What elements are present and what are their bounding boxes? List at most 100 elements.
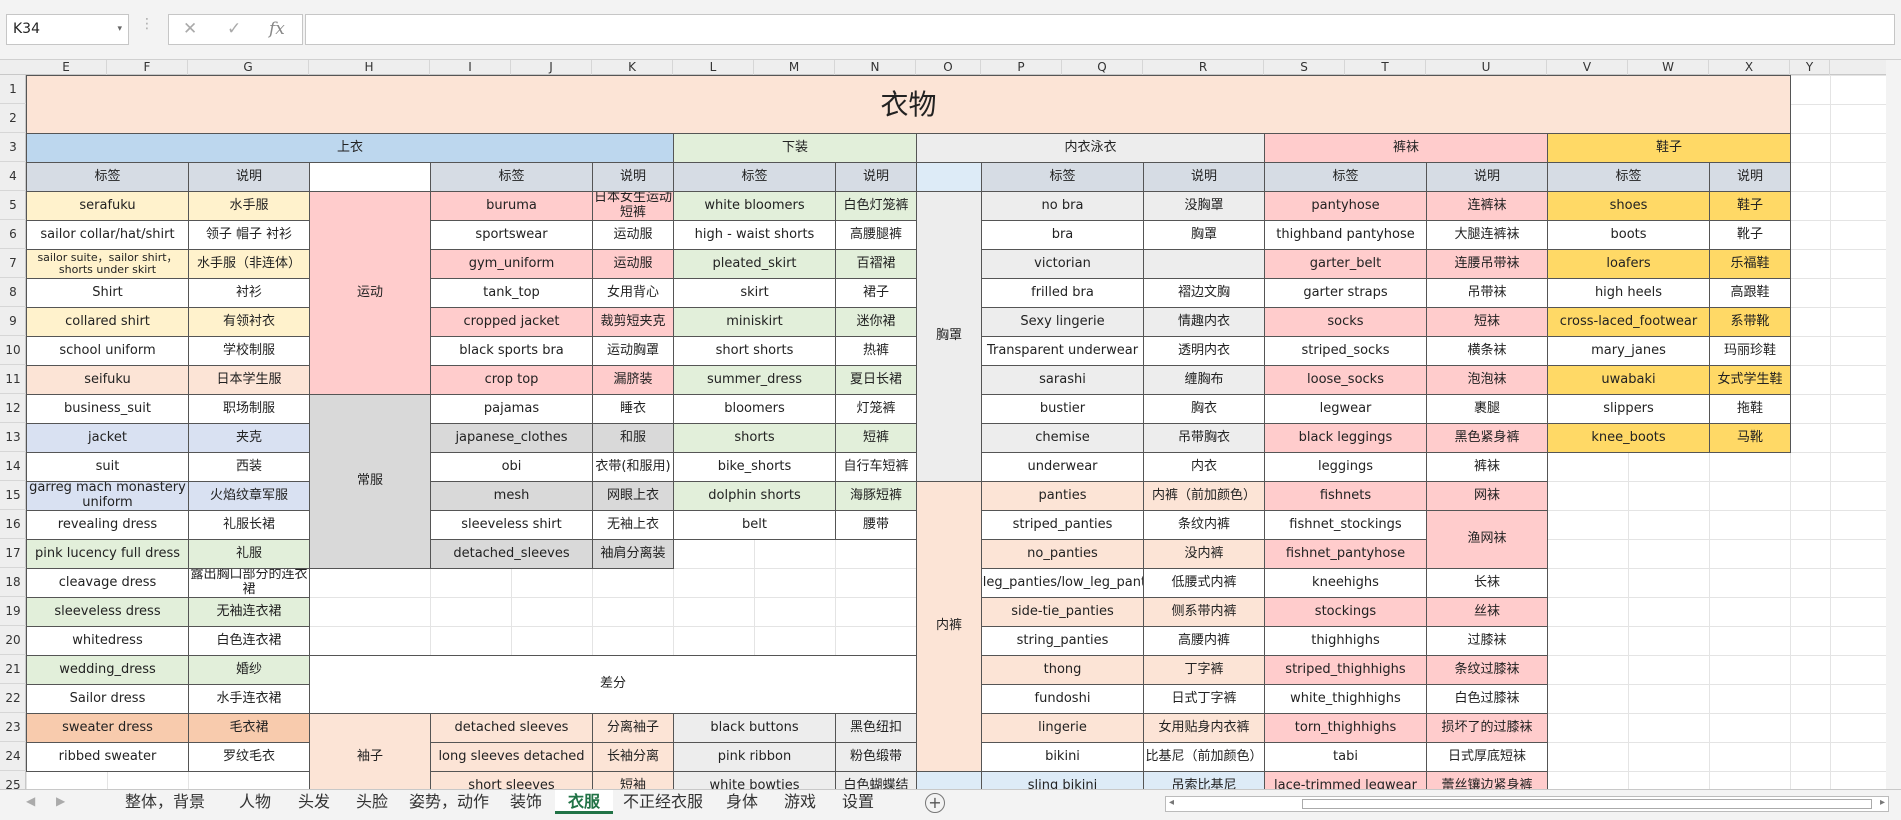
tops-sub-item-tag[interactable]: tank_top — [430, 278, 593, 308]
tops-sub-item-tag[interactable]: pajamas — [430, 394, 593, 424]
underwear-item-desc[interactable]: 内裤（前加颜色） — [1143, 481, 1265, 511]
tops-item-tag[interactable]: garreg mach monastery uniform — [26, 481, 189, 511]
table-header-tag[interactable]: 标签 — [1547, 162, 1710, 192]
hosiery-item-tag[interactable]: socks — [1264, 307, 1427, 337]
tops-sub-item-desc[interactable]: 衣带(和服用) — [592, 452, 674, 482]
hosiery-item-tag[interactable]: fishnets — [1264, 481, 1427, 511]
tops-sub-item-desc[interactable]: 睡衣 — [592, 394, 674, 424]
table-header-tag[interactable]: 标签 — [430, 162, 593, 192]
row-header-6[interactable]: 6 — [0, 220, 26, 249]
formula-input[interactable] — [305, 14, 1895, 45]
name-box[interactable]: K34 ▾ — [6, 14, 129, 45]
row-header-10[interactable]: 10 — [0, 336, 26, 365]
next-sheet-icon[interactable]: ▶ — [56, 794, 65, 808]
diff-accessory-desc[interactable]: 白色蝴蝶结 — [835, 771, 917, 789]
tops-sub-item-desc[interactable]: 运动服 — [592, 249, 674, 279]
diff-accessory-tag[interactable]: black buttons — [673, 713, 836, 743]
tops-sub-item-tag[interactable]: cropped jacket — [430, 307, 593, 337]
tops-item-desc[interactable]: 职场制服 — [188, 394, 310, 424]
name-box-dropdown-icon[interactable]: ▾ — [117, 15, 122, 44]
table-header-blank[interactable] — [309, 162, 431, 192]
tops-item-tag[interactable]: serafuku — [26, 191, 189, 221]
tops-sub-item-desc[interactable]: 运动服 — [592, 220, 674, 250]
underwear-item-tag[interactable]: Sexy lingerie — [981, 307, 1144, 337]
tops-item-tag[interactable]: school uniform — [26, 336, 189, 366]
column-header-t[interactable]: T — [1345, 60, 1426, 75]
tops-item-desc[interactable]: 水手服（非连体） — [188, 249, 310, 279]
tops-sub-item-tag[interactable]: detached_sleeves — [430, 539, 593, 569]
underwear-item-desc[interactable]: 胸衣 — [1143, 394, 1265, 424]
shoes-item-desc[interactable]: 乐福鞋 — [1709, 249, 1791, 279]
hosiery-item-tag[interactable]: garter_belt — [1264, 249, 1427, 279]
sheet-title[interactable]: 衣物 — [26, 75, 1791, 134]
tops-item-tag[interactable]: sweater dress — [26, 713, 189, 743]
hosiery-item-tag[interactable]: pantyhose — [1264, 191, 1427, 221]
hosiery-item-desc[interactable]: 裹腿 — [1426, 394, 1548, 424]
tops-sub-item-tag[interactable]: gym_uniform — [430, 249, 593, 279]
shoes-item-desc[interactable]: 鞋子 — [1709, 191, 1791, 221]
shoes-item-desc[interactable]: 马靴 — [1709, 423, 1791, 453]
column-header-g[interactable]: G — [188, 60, 309, 75]
column-header-o[interactable]: O — [916, 60, 981, 75]
diff-sleeve-desc[interactable]: 短袖 — [592, 771, 674, 789]
bottoms-item-desc[interactable]: 腰带 — [835, 510, 917, 540]
column-header-f[interactable]: F — [107, 60, 188, 75]
hosiery-item-desc[interactable]: 日式厚底短袜 — [1426, 742, 1548, 772]
bottoms-item-tag[interactable]: skirt — [673, 278, 836, 308]
group-label-casual[interactable]: 常服 — [309, 394, 431, 569]
table-header-blank[interactable] — [916, 162, 982, 192]
bottoms-item-tag[interactable]: belt — [673, 510, 836, 540]
diff-accessory-desc[interactable]: 黑色纽扣 — [835, 713, 917, 743]
column-header-v[interactable]: V — [1547, 60, 1628, 75]
tops-item-tag[interactable]: pink lucency full dress — [26, 539, 189, 569]
underwear-item-tag[interactable]: victorian — [981, 249, 1144, 279]
hosiery-item-desc[interactable]: 裤袜 — [1426, 452, 1548, 482]
hosiery-item-tag[interactable]: striped_thighhighs — [1264, 655, 1427, 685]
tops-item-tag[interactable]: whitedress — [26, 626, 189, 656]
shoes-item-tag[interactable]: knee_boots — [1547, 423, 1710, 453]
diff-accessory-tag[interactable]: white bowties — [673, 771, 836, 789]
tops-item-desc[interactable]: 夹克 — [188, 423, 310, 453]
horizontal-scrollbar[interactable]: ◂ ▸ — [1165, 796, 1889, 812]
underwear-item-tag[interactable]: no_panties — [981, 539, 1144, 569]
tops-item-desc[interactable]: 学校制服 — [188, 336, 310, 366]
row-header-1[interactable]: 1 — [0, 75, 26, 104]
underwear-item-desc[interactable]: 高腰内裤 — [1143, 626, 1265, 656]
underwear-item-desc[interactable]: 缠胸布 — [1143, 365, 1265, 395]
hosiery-item-desc[interactable]: 短袜 — [1426, 307, 1548, 337]
bottoms-item-desc[interactable]: 海豚短裤 — [835, 481, 917, 511]
hosiery-item-tag[interactable]: lace-trimmed legwear — [1264, 771, 1427, 789]
diff-accessory-tag[interactable]: pink ribbon — [673, 742, 836, 772]
sheet-tab-3[interactable]: 头脸 — [343, 790, 401, 814]
hosiery-item-tag[interactable]: stockings — [1264, 597, 1427, 627]
underwear-item-desc[interactable]: 情趣内衣 — [1143, 307, 1265, 337]
hosiery-item-tag[interactable]: black leggings — [1264, 423, 1427, 453]
hosiery-item-tag[interactable]: leggings — [1264, 452, 1427, 482]
scroll-left-icon[interactable]: ◂ — [1169, 797, 1174, 808]
scroll-right-icon[interactable]: ▸ — [1880, 797, 1885, 808]
column-header-l[interactable]: L — [673, 60, 754, 75]
hosiery-item-tag[interactable]: garter straps — [1264, 278, 1427, 308]
row-header-11[interactable]: 11 — [0, 365, 26, 394]
sheet-tab-7[interactable]: 不正经衣服 — [613, 790, 713, 814]
underwear-item-tag[interactable]: sling bikini — [981, 771, 1144, 789]
column-header-r[interactable]: R — [1143, 60, 1264, 75]
bottoms-item-tag[interactable]: high - waist shorts — [673, 220, 836, 250]
underwear-item-desc[interactable] — [1143, 249, 1265, 279]
hosiery-item-desc[interactable]: 大腿连裤袜 — [1426, 220, 1548, 250]
row-header-12[interactable]: 12 — [0, 394, 26, 423]
underwear-item-desc[interactable]: 吊带胸衣 — [1143, 423, 1265, 453]
row-header-9[interactable]: 9 — [0, 307, 26, 336]
shoes-item-tag[interactable]: mary_janes — [1547, 336, 1710, 366]
tops-item-tag[interactable]: sailor collar/hat/shirt — [26, 220, 189, 250]
tops-item-desc[interactable]: 西装 — [188, 452, 310, 482]
shoes-item-tag[interactable]: shoes — [1547, 191, 1710, 221]
tops-item-desc[interactable]: 无袖连衣裙 — [188, 597, 310, 627]
underwear-item-desc[interactable]: 没胸罩 — [1143, 191, 1265, 221]
row-header-22[interactable]: 22 — [0, 684, 26, 713]
column-header-u[interactable]: U — [1426, 60, 1547, 75]
underwear-item-tag[interactable]: Transparent underwear — [981, 336, 1144, 366]
tops-item-desc[interactable]: 火焰纹章军服 — [188, 481, 310, 511]
table-header-tag[interactable]: 标签 — [981, 162, 1144, 192]
diff-sleeve-tag[interactable]: short sleeves — [430, 771, 593, 789]
